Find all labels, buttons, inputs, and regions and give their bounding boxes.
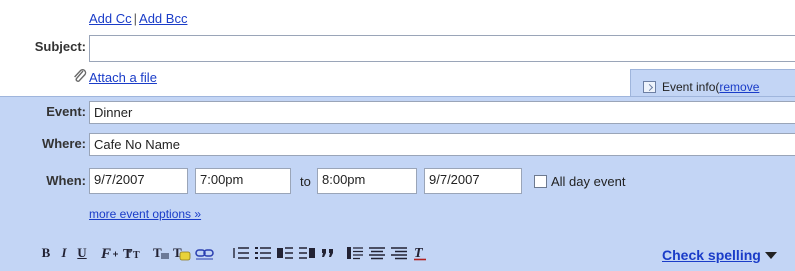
attach-file[interactable]: Attach a file — [72, 68, 157, 87]
when-label: When: — [46, 173, 86, 188]
link-icon[interactable] — [195, 245, 215, 261]
svg-text:T: T — [153, 245, 162, 260]
font-size-icon[interactable]: TT — [122, 245, 144, 261]
all-day-option[interactable]: All day event — [534, 174, 625, 189]
where-label: Where: — [41, 136, 86, 151]
event-label: Event: — [46, 104, 86, 119]
to-label: to — [300, 174, 311, 189]
svg-text:T: T — [133, 250, 140, 261]
indent-more-icon[interactable] — [298, 245, 316, 261]
cc-bcc-links: Add Cc | Add Bcc — [89, 11, 187, 26]
paperclip-icon — [72, 68, 89, 87]
check-spelling-link[interactable]: Check spelling — [662, 247, 761, 263]
cc-separator: | — [133, 11, 138, 26]
svg-text:F: F — [100, 246, 111, 261]
subject-input[interactable] — [89, 35, 795, 62]
align-right-icon[interactable] — [390, 245, 408, 261]
start-time-input[interactable]: 7:00pm — [195, 168, 291, 194]
all-day-checkbox[interactable] — [534, 175, 547, 188]
where-input[interactable]: Cafe No Name — [89, 133, 795, 156]
quote-icon[interactable] — [320, 245, 336, 261]
highlight-color-icon[interactable]: T — [172, 245, 192, 261]
end-date-input[interactable]: 9/7/2007 — [424, 168, 522, 194]
start-date-input[interactable]: 9/7/2007 — [89, 168, 188, 194]
align-center-icon[interactable] — [368, 245, 386, 261]
event-title-input[interactable]: Dinner — [89, 101, 795, 124]
add-cc-link[interactable]: Add Cc — [89, 11, 132, 26]
remove-event-link[interactable]: remove — [719, 80, 759, 94]
bold-button[interactable]: B — [40, 245, 52, 261]
subject-label: Subject: — [34, 39, 86, 54]
indent-less-icon[interactable] — [276, 245, 294, 261]
all-day-label: All day event — [551, 174, 626, 189]
underline-button[interactable]: U — [76, 245, 88, 261]
align-left-icon[interactable] — [346, 245, 364, 261]
more-event-options-link[interactable]: more event options » — [89, 207, 201, 221]
svg-text:T: T — [123, 247, 133, 261]
bulleted-list-icon[interactable] — [254, 245, 272, 261]
attach-file-link[interactable]: Attach a file — [89, 70, 157, 85]
italic-button[interactable]: I — [58, 245, 70, 261]
remove-formatting-icon[interactable]: T — [412, 245, 428, 261]
text-color-icon[interactable]: T — [152, 245, 170, 261]
calendar-expand-icon[interactable] — [643, 80, 656, 93]
chevron-down-icon[interactable] — [765, 252, 777, 259]
event-info-label: Event info — [662, 79, 716, 94]
font-icon[interactable]: F — [100, 245, 120, 261]
add-bcc-link[interactable]: Add Bcc — [139, 11, 187, 26]
event-info-tab: Event info (remove — [630, 69, 795, 97]
numbered-list-icon[interactable] — [232, 245, 250, 261]
end-time-input[interactable]: 8:00pm — [317, 168, 417, 194]
